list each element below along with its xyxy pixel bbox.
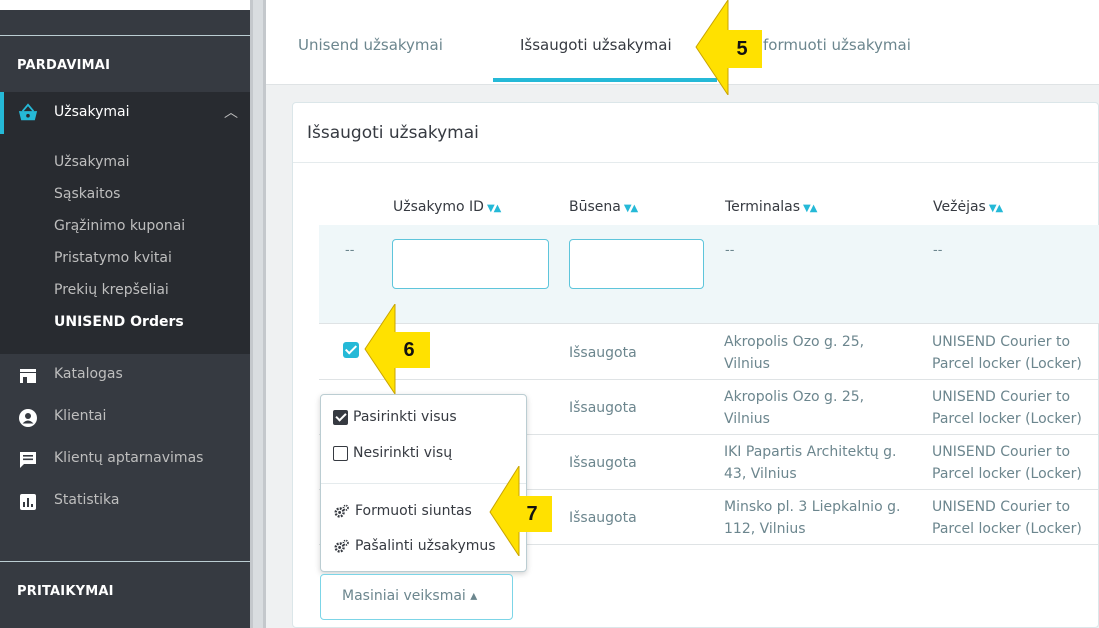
section-title-sales: PARDAVIMAI <box>17 58 111 73</box>
chat-icon <box>20 452 36 468</box>
submenu-item-delivery-slips[interactable]: Pristatymo kvitai <box>54 250 172 266</box>
cell-status: Išsaugota <box>569 455 637 471</box>
column-label: Užsakymo ID <box>393 199 484 215</box>
cell-carrier: Parcel locker (Locker) <box>932 411 1082 427</box>
sidebar-item-label: Katalogas <box>54 366 123 382</box>
cell-carrier: Parcel locker (Locker) <box>932 356 1082 372</box>
callout-7: 7 <box>488 466 554 556</box>
submenu-item-credit-slips[interactable]: Grąžinimo kuponai <box>54 218 185 234</box>
cell-terminal: Vilnius <box>724 411 770 427</box>
menu-item-label: Nesirinkti visų <box>353 445 453 461</box>
section-title-customize: PRITAIKYMAI <box>17 584 114 599</box>
sidebar-item-customer-service[interactable]: Klientų aptarnavimas <box>0 442 250 478</box>
filter-placeholder-dash: -- <box>345 243 355 258</box>
cell-terminal: Minsko pl. 3 Liepkalnio g. <box>724 499 901 515</box>
submenu-item-carts[interactable]: Prekių krepšeliai <box>54 282 169 298</box>
menu-item-label: Formuoti siuntas <box>355 503 472 519</box>
sidebar-top-strip <box>0 0 250 10</box>
callout-6: 6 <box>362 304 432 394</box>
cell-carrier: UNISEND Courier to <box>932 444 1071 460</box>
menu-item-label: Pašalinti užsakymus <box>355 538 496 554</box>
cell-terminal: 43, Vilnius <box>724 466 797 482</box>
cogs-icon <box>334 539 349 553</box>
submenu-item-orders[interactable]: Užsakymai <box>54 154 129 170</box>
cell-terminal: Akropolis Ozo g. 25, <box>724 389 865 405</box>
sidebar-item-label: Klientų aptarnavimas <box>54 450 204 466</box>
submenu-item-invoices[interactable]: Sąskaitos <box>54 186 120 202</box>
cell-terminal: Vilnius <box>724 356 770 372</box>
menu-item-deselect-all[interactable]: Nesirinkti visų <box>333 445 452 461</box>
cell-carrier: UNISEND Courier to <box>932 389 1071 405</box>
cell-terminal: Akropolis Ozo g. 25, <box>724 334 865 350</box>
filter-order-id-input[interactable] <box>392 239 549 289</box>
cell-carrier: UNISEND Courier to <box>932 499 1071 515</box>
column-label: Būsena <box>569 199 621 215</box>
column-label: Terminalas <box>725 199 801 215</box>
cell-status: Išsaugota <box>569 400 637 416</box>
sidebar: PARDAVIMAI Užsakymai ︿ Užsakymai Sąskait… <box>0 0 250 628</box>
menu-item-select-all[interactable]: Pasirinkti visus <box>333 409 457 425</box>
submenu-item-unisend-orders[interactable]: UNISEND Orders <box>54 314 184 330</box>
tab-formed-orders[interactable]: Suformuoti užsakymai <box>744 36 911 54</box>
cogs-icon <box>334 504 349 518</box>
sort-icon[interactable]: ▼▲ <box>803 203 817 214</box>
column-header-terminal[interactable]: Terminalas ▼▲ <box>725 199 817 215</box>
tabs-bar: Unisend užsakymai Išsaugoti užsakymai Su… <box>266 0 1099 85</box>
chevron-up-icon[interactable]: ︿ <box>224 102 238 122</box>
callout-number: 6 <box>388 332 430 368</box>
filter-status-input[interactable] <box>569 239 704 289</box>
menu-item-generate-shipments[interactable]: Formuoti siuntas <box>333 503 472 519</box>
filter-placeholder-dash: -- <box>725 243 735 258</box>
row-checkbox[interactable] <box>343 342 359 358</box>
cell-status: Išsaugota <box>569 345 637 361</box>
stats-icon <box>20 494 36 510</box>
cell-carrier: UNISEND Courier to <box>932 334 1071 350</box>
table-row[interactable]: Išsaugota Akropolis Ozo g. 25, Vilnius U… <box>319 325 1099 380</box>
cell-terminal: 112, Vilnius <box>724 521 806 537</box>
filter-row: -- -- -- <box>319 225 1099 324</box>
divider <box>0 35 250 36</box>
callout-5: 5 <box>692 0 764 95</box>
callout-number: 5 <box>722 30 762 68</box>
basket-icon <box>18 103 38 121</box>
filter-placeholder-dash: -- <box>933 243 943 258</box>
divider <box>0 561 250 562</box>
bulk-actions-label: Masiniai veiksmai ▴ <box>342 588 478 604</box>
sidebar-item-label: Klientai <box>54 408 107 424</box>
sidebar-item-customers[interactable]: Klientai <box>0 400 250 436</box>
sort-icon[interactable]: ▼▲ <box>989 203 1003 214</box>
tab-unisend-orders[interactable]: Unisend užsakymai <box>298 36 443 54</box>
sort-icon[interactable]: ▼▲ <box>624 203 638 214</box>
scroll-gutter[interactable] <box>250 0 266 628</box>
panel-title: Išsaugoti užsakymai <box>307 123 479 143</box>
tab-saved-orders[interactable]: Išsaugoti užsakymai <box>520 36 672 54</box>
column-header-order-id[interactable]: Užsakymo ID ▼▲ <box>393 199 501 215</box>
store-icon <box>20 369 36 383</box>
checkbox-empty-icon <box>333 445 348 461</box>
column-label: Vežėjas <box>933 199 986 215</box>
sidebar-item-catalog[interactable]: Katalogas <box>0 358 250 394</box>
sidebar-item-label: Užsakymai <box>54 104 130 120</box>
menu-item-delete-orders[interactable]: Pašalinti užsakymus <box>333 538 496 554</box>
orders-submenu: Užsakymai Sąskaitos Grąžinimo kuponai Pr… <box>0 134 250 354</box>
checkbox-checked-icon <box>333 409 348 425</box>
cell-status: Išsaugota <box>569 510 637 526</box>
cell-carrier: Parcel locker (Locker) <box>932 521 1082 537</box>
sort-icon[interactable]: ▼▲ <box>487 203 501 214</box>
column-header-carrier[interactable]: Vežėjas ▼▲ <box>933 199 1003 215</box>
cell-terminal: IKI Papartis Architektų g. <box>724 444 897 460</box>
bulk-actions-button[interactable]: Masiniai veiksmai ▴ <box>320 574 513 620</box>
column-header-status[interactable]: Būsena ▼▲ <box>569 199 638 215</box>
cell-carrier: Parcel locker (Locker) <box>932 466 1082 482</box>
active-tab-indicator <box>493 78 717 82</box>
panel-header: Išsaugoti užsakymai <box>293 103 1099 163</box>
sidebar-item-stats[interactable]: Statistika <box>0 484 250 520</box>
menu-item-label: Pasirinkti visus <box>353 409 457 425</box>
account-icon <box>19 409 37 427</box>
callout-number: 7 <box>512 496 552 532</box>
sidebar-item-orders[interactable]: Užsakymai ︿ <box>0 92 250 134</box>
sidebar-item-label: Statistika <box>54 492 120 508</box>
